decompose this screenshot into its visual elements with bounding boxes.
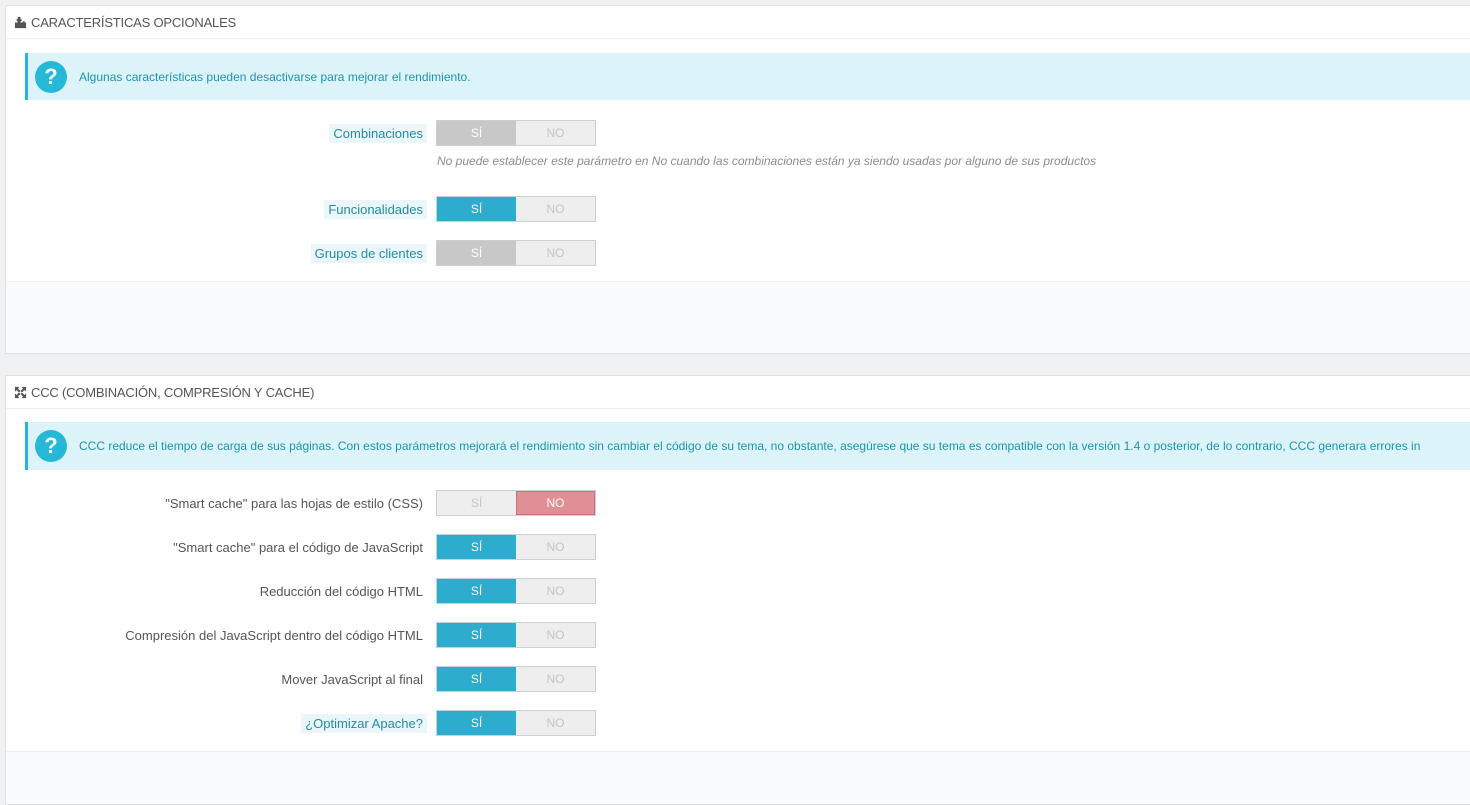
- panel-footer: [6, 281, 1470, 353]
- setting-label[interactable]: ¿Optimizar Apache?: [301, 713, 427, 733]
- html-reduction-switch[interactable]: SÍ NO: [436, 578, 596, 604]
- switch-yes[interactable]: SÍ: [437, 535, 516, 559]
- setting-row-combinations: Combinaciones SÍ NO: [6, 120, 1466, 146]
- setting-label: Mover JavaScript al final: [281, 671, 423, 687]
- switch-no[interactable]: NO: [516, 241, 595, 265]
- setting-label[interactable]: Funcionalidades: [324, 199, 427, 219]
- setting-label: "Smart cache" para las hojas de estilo (…: [165, 495, 423, 511]
- switch-yes[interactable]: SÍ: [437, 241, 516, 265]
- switch-no[interactable]: NO: [516, 623, 595, 647]
- puzzle-icon: [14, 16, 27, 28]
- switch-no[interactable]: NO: [516, 121, 595, 145]
- setting-label: Compresión del JavaScript dentro del cód…: [125, 627, 423, 643]
- info-alert: ? CCC reduce el tiempo de carga de sus p…: [25, 422, 1470, 470]
- setting-label[interactable]: Grupos de clientes: [310, 243, 427, 263]
- info-alert: ? Algunas características pueden desacti…: [25, 53, 1470, 100]
- panel-title: CCC (COMBINACIÓN, COMPRESIÓN Y CACHE): [31, 384, 315, 400]
- setting-label[interactable]: Combinaciones: [329, 123, 427, 143]
- setting-row-features: Funcionalidades SÍ NO: [6, 196, 1466, 222]
- setting-row-html-reduction: Reducción del código HTML SÍ NO: [6, 578, 1466, 604]
- switch-yes[interactable]: SÍ: [437, 711, 516, 735]
- smart-cache-js-switch[interactable]: SÍ NO: [436, 534, 596, 560]
- setting-row-smart-cache-js: "Smart cache" para el código de JavaScri…: [6, 534, 1466, 560]
- setting-label: Reducción del código HTML: [259, 583, 423, 599]
- setting-row-customer-groups: Grupos de clientes SÍ NO: [6, 240, 1466, 266]
- switch-no[interactable]: NO: [515, 491, 595, 515]
- customer-groups-switch[interactable]: SÍ NO: [436, 240, 596, 266]
- panel-footer: [6, 751, 1470, 804]
- panel-ccc: CCC (COMBINACIÓN, COMPRESIÓN Y CACHE) ? …: [5, 375, 1470, 805]
- switch-yes[interactable]: SÍ: [437, 197, 516, 221]
- setting-row-optimize-apache: ¿Optimizar Apache? SÍ NO: [6, 710, 1466, 736]
- combinations-hint: No puede establecer este parámetro en No…: [437, 154, 1097, 168]
- smart-cache-css-switch[interactable]: SÍ NO: [436, 490, 596, 516]
- move-js-end-switch[interactable]: SÍ NO: [436, 666, 596, 692]
- panel-title: CARACTERÍSTICAS OPCIONALES: [31, 14, 237, 30]
- combinations-switch[interactable]: SÍ NO: [436, 120, 596, 146]
- fullscreen-icon: [14, 386, 27, 398]
- switch-yes[interactable]: SÍ: [437, 667, 516, 691]
- alert-text: Algunas características pueden desactiva…: [79, 69, 471, 84]
- switch-no[interactable]: NO: [516, 579, 595, 603]
- features-switch[interactable]: SÍ NO: [436, 196, 596, 222]
- inline-js-compression-switch[interactable]: SÍ NO: [436, 622, 596, 648]
- switch-no[interactable]: NO: [516, 711, 595, 735]
- setting-label: "Smart cache" para el código de JavaScri…: [173, 539, 423, 555]
- switch-no[interactable]: NO: [516, 535, 595, 559]
- switch-no[interactable]: NO: [516, 667, 595, 691]
- switch-yes[interactable]: SÍ: [437, 623, 516, 647]
- panel-heading: CARACTERÍSTICAS OPCIONALES: [6, 6, 1470, 39]
- panel-heading: CCC (COMBINACIÓN, COMPRESIÓN Y CACHE): [6, 376, 1470, 409]
- switch-yes[interactable]: SÍ: [437, 491, 516, 515]
- setting-row-move-js-end: Mover JavaScript al final SÍ NO: [6, 666, 1466, 692]
- question-icon: ?: [35, 430, 67, 462]
- switch-yes[interactable]: SÍ: [437, 579, 516, 603]
- switch-yes[interactable]: SÍ: [437, 121, 516, 145]
- setting-row-smart-cache-css: "Smart cache" para las hojas de estilo (…: [6, 490, 1466, 516]
- optimize-apache-switch[interactable]: SÍ NO: [436, 710, 596, 736]
- panel-optional-features: CARACTERÍSTICAS OPCIONALES ? Algunas car…: [5, 5, 1470, 354]
- setting-row-inline-js-compression: Compresión del JavaScript dentro del cód…: [6, 622, 1466, 648]
- alert-text: CCC reduce el tiempo de carga de sus pág…: [79, 439, 1421, 453]
- switch-no[interactable]: NO: [516, 197, 595, 221]
- question-icon: ?: [35, 60, 67, 93]
